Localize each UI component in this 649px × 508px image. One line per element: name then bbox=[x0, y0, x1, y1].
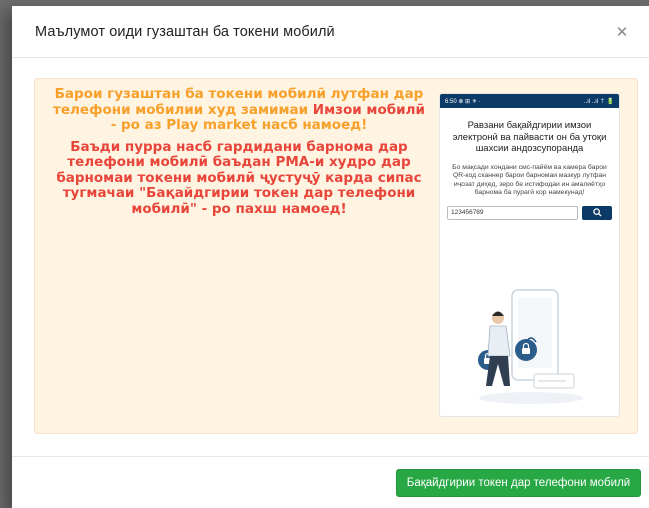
search-icon bbox=[582, 205, 612, 220]
modal-body: Барои гузаштан ба токени мобилӣ лутфан д… bbox=[12, 58, 649, 454]
phone-status-bar: 6:50 ⊗ ⊞ ☀ · ..ıl ..ıl ⇡ 🔋 bbox=[440, 94, 619, 108]
instructions-text: Барои гузаштан ба токени мобилӣ лутфан д… bbox=[49, 86, 429, 217]
phone-description: Бо мақсади хондани смс-пайём ва камера б… bbox=[452, 163, 607, 197]
close-icon[interactable]: ✕ bbox=[611, 21, 633, 43]
phone-illustration bbox=[478, 289, 583, 404]
register-mobile-token-button[interactable]: Бақайдгирии токен дар телефони мобилӣ bbox=[396, 469, 641, 497]
phone-title: Равзани бақайдгирии имзои электронӣ ва п… bbox=[452, 120, 607, 154]
modal-title: Маълумот оиди гузаштан ба токени мобилӣ bbox=[35, 23, 335, 40]
app-name-highlight: Имзои мобилӣ bbox=[312, 101, 425, 118]
install-instruction-part2: - ро аз Play market насб намоед! bbox=[110, 117, 368, 133]
install-instruction: Барои гузаштан ба токени мобилӣ лутфан д… bbox=[49, 86, 429, 134]
register-instruction: Баъди пурра насб гардидани барнома дар т… bbox=[56, 138, 422, 217]
modal-footer: Бақайдгирии токен дар телефони мобилӣ bbox=[12, 456, 649, 508]
phone-status-icons: ..ıl ..ıl ⇡ 🔋 bbox=[583, 98, 614, 105]
phone-screenshot: 6:50 ⊗ ⊞ ☀ · ..ıl ..ıl ⇡ 🔋 Равзани бақай… bbox=[439, 93, 620, 417]
phone-status-time: 6:50 ⊗ ⊞ ☀ · bbox=[445, 98, 481, 105]
phone-search-input: 123456789 bbox=[447, 205, 578, 220]
phone-search-row: 123456789 bbox=[447, 205, 612, 220]
info-box: Барои гузаштан ба токени мобилӣ лутфан д… bbox=[34, 78, 638, 434]
modal-header: Маълумот оиди гузаштан ба токени мобилӣ … bbox=[12, 6, 649, 58]
mobile-token-info-modal: Маълумот оиди гузаштан ба токени мобилӣ … bbox=[12, 6, 649, 508]
